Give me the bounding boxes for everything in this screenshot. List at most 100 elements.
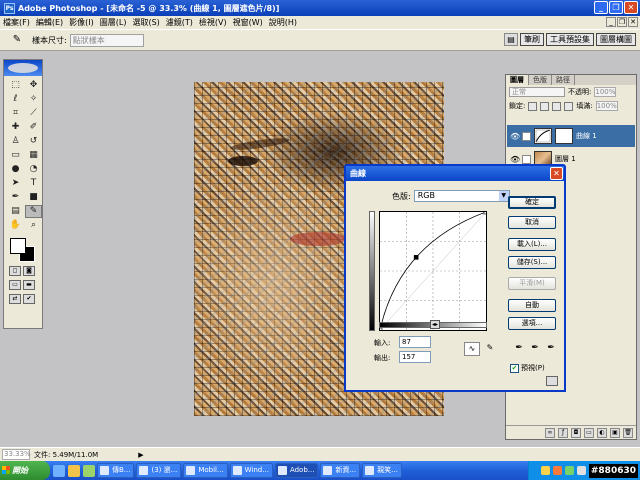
channel-select[interactable]: RGB ▼ bbox=[413, 190, 510, 202]
menu-window[interactable]: 視窗(W) bbox=[230, 17, 266, 28]
tab-layers[interactable]: 圖層 bbox=[506, 75, 529, 85]
path-selection-tool-icon[interactable]: ➤ bbox=[7, 177, 24, 190]
tray-icon[interactable] bbox=[576, 466, 586, 475]
expand-dialog-icon[interactable] bbox=[546, 376, 558, 386]
restore-icon[interactable]: ❐ bbox=[609, 1, 623, 14]
taskbar-item[interactable]: Wind... bbox=[229, 463, 273, 478]
curve-control-point[interactable] bbox=[483, 209, 489, 215]
eyedropper-tool-icon[interactable]: ✎ bbox=[8, 32, 26, 48]
layer-mask-thumbnail[interactable] bbox=[555, 128, 573, 144]
gradient-toggle-icon[interactable]: ◂▸ bbox=[430, 320, 440, 329]
options-button[interactable]: 選項... bbox=[508, 317, 556, 330]
lock-all-icon[interactable] bbox=[564, 101, 574, 111]
doc-close-icon[interactable]: ✕ bbox=[628, 17, 638, 27]
taskbar-item[interactable]: 新資... bbox=[320, 463, 361, 478]
clone-stamp-tool-icon[interactable]: ♙ bbox=[7, 135, 24, 148]
fill-input[interactable]: 100% bbox=[595, 101, 618, 111]
output-field[interactable]: 157 bbox=[399, 351, 431, 363]
curve-graph[interactable] bbox=[377, 209, 489, 333]
tray-icon[interactable] bbox=[540, 466, 550, 475]
toolbox-header[interactable] bbox=[4, 60, 42, 76]
lock-pixels-icon[interactable] bbox=[540, 101, 550, 111]
minimize-icon[interactable]: _ bbox=[594, 1, 608, 14]
new-layer-icon[interactable]: ▣ bbox=[610, 427, 620, 438]
zoom-level-field[interactable]: 33.33% bbox=[2, 449, 31, 460]
lock-transparency-icon[interactable] bbox=[528, 101, 538, 111]
start-button[interactable]: 開始 bbox=[0, 461, 50, 480]
new-set-icon[interactable]: ▭ bbox=[584, 427, 594, 438]
tab-paths[interactable]: 路徑 bbox=[552, 75, 575, 85]
add-mask-icon[interactable]: ◘ bbox=[571, 427, 581, 438]
edit-in-imageready-icon[interactable]: ✔ bbox=[23, 294, 35, 304]
shape-tool-icon[interactable]: ■ bbox=[25, 191, 42, 204]
layer-link-box[interactable] bbox=[522, 131, 531, 141]
tab-layer-comps[interactable]: 圖層構圖 bbox=[596, 33, 636, 46]
preview-option[interactable]: ✔ 預視(P) bbox=[510, 363, 545, 373]
quick-mask-icon[interactable]: ◙ bbox=[23, 266, 35, 276]
preview-checkbox[interactable]: ✔ bbox=[510, 363, 519, 373]
load-button[interactable]: 載入(L)... bbox=[508, 238, 556, 251]
eyedropper-tool-icon[interactable]: ✎ bbox=[25, 205, 42, 218]
layer-row-curves[interactable]: 👁 曲線 1 bbox=[507, 125, 635, 147]
menu-view[interactable]: 檢視(V) bbox=[196, 17, 230, 28]
taskbar-item[interactable]: 傳B... bbox=[97, 463, 135, 478]
opacity-input[interactable]: 100% bbox=[594, 87, 617, 97]
quick-launch-ie-icon[interactable] bbox=[53, 464, 65, 477]
quick-launch-desktop-icon[interactable] bbox=[83, 464, 95, 477]
taskbar-item-active[interactable]: Adob... bbox=[274, 463, 319, 478]
menu-select[interactable]: 選取(S) bbox=[129, 17, 162, 28]
pen-tool-icon[interactable]: ✒ bbox=[7, 191, 24, 204]
delete-layer-icon[interactable]: 🗑 bbox=[623, 427, 633, 438]
tray-icon[interactable] bbox=[564, 466, 574, 475]
palette-well-icon[interactable]: ▤ bbox=[504, 33, 518, 46]
blur-tool-icon[interactable]: ● bbox=[7, 163, 24, 176]
type-tool-icon[interactable]: T bbox=[25, 177, 42, 190]
doc-restore-icon[interactable]: ❐ bbox=[617, 17, 627, 27]
curve-control-point[interactable] bbox=[377, 327, 383, 333]
tab-tool-presets[interactable]: 工具預設集 bbox=[546, 33, 594, 46]
magic-wand-tool-icon[interactable]: ✧ bbox=[25, 93, 42, 106]
new-adjustment-icon[interactable]: ◐ bbox=[597, 427, 607, 438]
gradient-tool-icon[interactable]: ▦ bbox=[25, 149, 42, 162]
white-eyedropper-icon[interactable]: ✒ bbox=[546, 342, 556, 354]
blend-mode-select[interactable]: 正常 bbox=[509, 87, 565, 97]
menu-file[interactable]: 檔案(F) bbox=[0, 17, 33, 28]
slice-tool-icon[interactable]: ⟋ bbox=[25, 107, 42, 120]
auto-button[interactable]: 自動 bbox=[508, 299, 556, 312]
healing-brush-tool-icon[interactable]: ✚ bbox=[7, 121, 24, 134]
dodge-tool-icon[interactable]: ◔ bbox=[25, 163, 42, 176]
smooth-button[interactable]: 平滑(M) bbox=[508, 277, 556, 290]
menu-help[interactable]: 說明(H) bbox=[266, 17, 300, 28]
menu-layer[interactable]: 圖層(L) bbox=[97, 17, 130, 28]
tray-icon[interactable] bbox=[552, 466, 562, 475]
notes-tool-icon[interactable]: ▤ bbox=[7, 205, 24, 218]
marquee-tool-icon[interactable]: ⬚ bbox=[7, 79, 24, 92]
layer-link-box[interactable] bbox=[522, 154, 531, 164]
dialog-close-icon[interactable]: ✕ bbox=[550, 167, 563, 180]
hand-tool-icon[interactable]: ✋ bbox=[7, 219, 24, 232]
pencil-tool-icon[interactable]: ✎ bbox=[482, 342, 498, 356]
close-icon[interactable]: ✕ bbox=[624, 1, 638, 14]
history-brush-tool-icon[interactable]: ↺ bbox=[25, 135, 42, 148]
standard-mode-icon[interactable]: ◻ bbox=[9, 266, 21, 276]
cancel-button[interactable]: 取消 bbox=[508, 216, 556, 229]
curve-point-tool-icon[interactable]: ∿ bbox=[464, 342, 480, 356]
crop-tool-icon[interactable]: ⌗ bbox=[7, 107, 24, 120]
jump-to-imageready-icon[interactable]: ⇄ bbox=[9, 294, 21, 304]
save-button[interactable]: 儲存(S)... bbox=[508, 256, 556, 269]
tab-brushes[interactable]: 筆刷 bbox=[520, 33, 544, 46]
black-eyedropper-icon[interactable]: ✒ bbox=[514, 342, 524, 354]
dialog-titlebar[interactable]: 曲線 ✕ bbox=[346, 166, 564, 181]
input-field[interactable]: 87 bbox=[399, 336, 431, 348]
visibility-eye-icon[interactable]: 👁 bbox=[510, 132, 520, 141]
gray-eyedropper-icon[interactable]: ✒ bbox=[530, 342, 540, 354]
sample-size-select[interactable]: 點狀樣本 bbox=[69, 33, 144, 47]
foreground-color-swatch[interactable] bbox=[10, 238, 26, 254]
menu-filter[interactable]: 濾鏡(T) bbox=[163, 17, 196, 28]
layer-style-icon[interactable]: ƒ bbox=[558, 427, 568, 438]
link-layers-icon[interactable]: ∞ bbox=[545, 427, 555, 438]
screen-mode-standard-icon[interactable]: ▭ bbox=[9, 280, 21, 290]
quick-launch-folder-icon[interactable] bbox=[68, 464, 80, 477]
move-tool-icon[interactable]: ✥ bbox=[25, 79, 42, 92]
doc-minimize-icon[interactable]: _ bbox=[606, 17, 616, 27]
